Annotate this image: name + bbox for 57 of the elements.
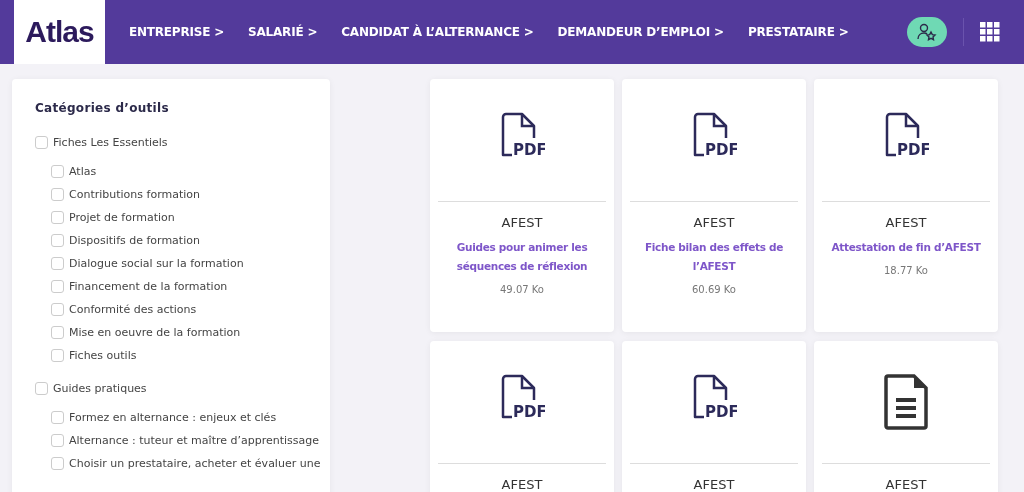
filter-option[interactable]: Financement de la formation <box>51 275 330 298</box>
document-card[interactable]: PDF AFEST <box>622 341 806 492</box>
filter-option[interactable]: Guides pratiques <box>35 375 330 402</box>
document-title-link[interactable]: Attestation de fin d’AFEST <box>831 238 981 257</box>
document-title-link[interactable]: Guides pour animer les séquences de réflexion <box>438 238 606 276</box>
card-category: AFEST <box>693 215 735 230</box>
file-size: 60.69 Ko <box>692 284 736 295</box>
checkbox[interactable] <box>35 382 48 395</box>
filter-option[interactable]: Fiches outils <box>51 344 330 367</box>
document-card[interactable]: AFEST <box>814 341 998 492</box>
nav-link[interactable]: DEMANDEUR D’EMPLOI > <box>557 25 724 39</box>
card-category: AFEST <box>885 477 927 492</box>
document-title-link[interactable]: Fiche bilan des effets de l’AFEST <box>630 238 798 276</box>
filter-option[interactable]: Atlas <box>51 160 330 183</box>
filter-option[interactable]: Dialogue social sur la formation <box>51 252 330 275</box>
account-button[interactable] <box>907 17 947 47</box>
logo[interactable]: Atlas <box>14 0 105 64</box>
file-size: 18.77 Ko <box>884 265 928 276</box>
checkbox[interactable] <box>51 326 64 339</box>
card-category: AFEST <box>693 477 735 492</box>
checkbox[interactable] <box>51 165 64 178</box>
checkbox[interactable] <box>51 434 64 447</box>
checkbox[interactable] <box>51 349 64 362</box>
checkbox[interactable] <box>51 257 64 270</box>
nav-link[interactable]: CANDIDAT À L’ALTERNANCE > <box>341 25 534 39</box>
filter-option[interactable]: Choisir un prestataire, acheter et évaluer une <box>51 452 330 475</box>
checkbox[interactable] <box>51 280 64 293</box>
checkbox[interactable] <box>51 211 64 224</box>
card-category: AFEST <box>501 215 543 230</box>
filter-option[interactable]: Conformité des actions <box>51 298 330 321</box>
card-category: AFEST <box>501 477 543 492</box>
checkbox[interactable] <box>51 303 64 316</box>
checkbox[interactable] <box>51 457 64 470</box>
filter-title: Catégories d’outils <box>35 101 170 115</box>
filter-option[interactable]: Dispositifs de formation <box>51 229 330 252</box>
filter-option[interactable]: Fiches Les Essentiels <box>35 129 330 156</box>
apps-grid-icon[interactable] <box>980 22 1000 42</box>
checkbox[interactable] <box>51 188 64 201</box>
document-card[interactable]: PDF AFEST <box>430 341 614 492</box>
filter-option[interactable]: Contributions formation <box>51 183 330 206</box>
filter-option[interactable]: Mise en oeuvre de la formation <box>51 321 330 344</box>
card-category: AFEST <box>885 215 927 230</box>
filter-option[interactable]: Formez en alternance : enjeux et clés <box>51 406 330 429</box>
filter-option[interactable]: Projet de formation <box>51 206 330 229</box>
nav-link[interactable]: PRESTATAIRE > <box>747 25 849 39</box>
checkbox[interactable] <box>35 136 48 149</box>
nav-link[interactable]: SALARIÉ > <box>248 25 318 39</box>
file-size: 49.07 Ko <box>500 284 544 295</box>
document-icon <box>884 374 928 430</box>
checkbox[interactable] <box>51 234 64 247</box>
checkbox[interactable] <box>51 411 64 424</box>
document-card[interactable]: PDF AFEST Guides pour animer les séquences de réflexion 49.07 Ko <box>430 79 614 332</box>
document-card[interactable]: PDF AFEST Attestation de fin d’AFEST 18.77 Ko <box>814 79 998 332</box>
document-card[interactable]: PDF AFEST Fiche bilan des effets de l’AFEST 60.69 Ko <box>622 79 806 332</box>
filter-option[interactable]: Alternance : tuteur et maître d’apprentissage <box>51 429 330 452</box>
user-star-icon <box>917 23 937 41</box>
nav-link[interactable]: ENTREPRISE > <box>129 25 225 39</box>
